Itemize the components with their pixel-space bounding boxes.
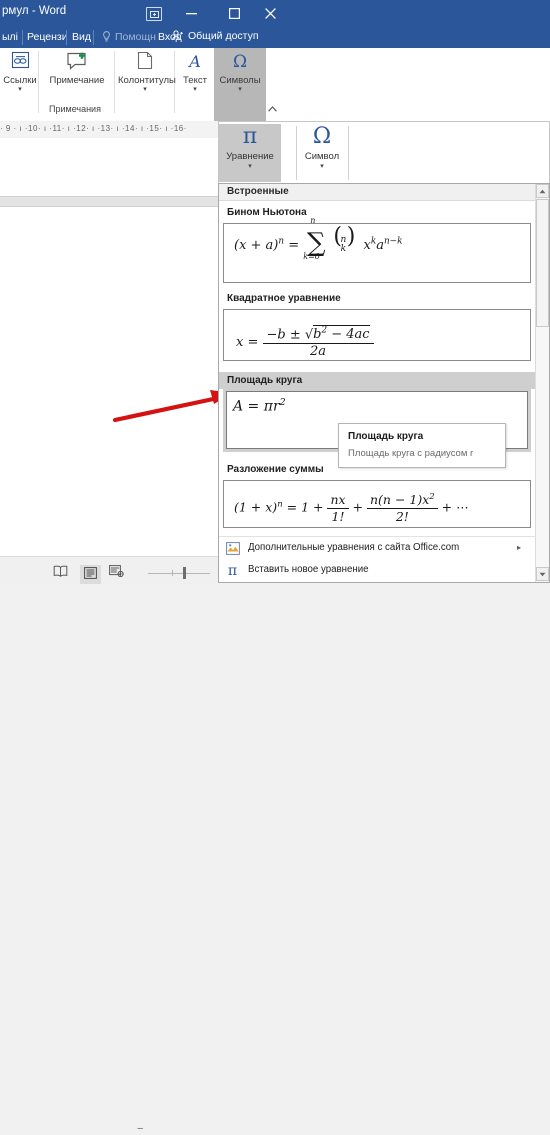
collapse-ribbon-chevron-icon[interactable] [268, 104, 277, 114]
gallery-item-preview-quadratic[interactable]: x = −b ± √b2 − 4ac 2a [223, 309, 531, 361]
tab-separator [66, 30, 67, 45]
chevron-down-icon[interactable]: ▾ [118, 86, 172, 94]
chevron-down-icon[interactable]: ▾ [298, 162, 346, 171]
ribbon-button-links-label: Ссылки [3, 75, 37, 86]
gallery-item-title: Разложение суммы [227, 464, 324, 475]
ribbon-button-symbols-label: Символы [219, 75, 261, 86]
horizontal-ruler[interactable]: · 9 · ı ·10· ı ·11· ı ·12· ı ·13· ı ·14·… [0, 121, 218, 139]
ribbon-button-text-label: Текст [183, 75, 207, 86]
chevron-right-icon[interactable]: ▸ [517, 543, 521, 552]
annotation-arrow [112, 390, 232, 423]
gallery-item-preview-sum-expansion[interactable]: (1 + x)n = 1 + nx 1! + n(n − 1)x2 2! + ⋯ [223, 480, 531, 528]
scroll-up-arrow-icon[interactable] [536, 184, 549, 198]
zoom-slider-thumb[interactable] [183, 567, 186, 579]
comment-icon [42, 51, 112, 75]
scrollbar-thumb[interactable] [536, 199, 549, 327]
symbol-icon: Ω [312, 124, 332, 149]
tab-separator [93, 30, 94, 45]
tooltip-description: Площадь круга с радиусом r [348, 448, 474, 459]
ribbon-button-text[interactable]: A Текст ▾ [177, 51, 213, 94]
share-button-label[interactable]: Общий доступ [188, 30, 259, 42]
close-button[interactable] [253, 0, 287, 27]
document-canvas[interactable] [0, 138, 218, 556]
tab-separator [22, 30, 23, 45]
zoom-slider-track[interactable] [148, 573, 210, 574]
menu-item-more-equations[interactable]: Дополнительные уравнения с сайта Office.… [219, 538, 535, 560]
header-footer-icon [118, 51, 172, 75]
gallery-scrollbar[interactable] [535, 184, 549, 582]
tab-file-partial[interactable]: ылі [2, 31, 18, 43]
ribbon: Ссылки ▾ Примечание Примечания Колонтиту… [0, 48, 284, 122]
symbols-icon: Ω [232, 52, 248, 72]
ribbon-group-name-comments: Примечания [49, 104, 101, 114]
pi-icon: π [227, 562, 238, 579]
ribbon-display-options-icon[interactable] [146, 7, 162, 21]
tooltip-title: Площадь круга [348, 431, 424, 442]
menu-item-more-equations-label: Дополнительные уравнения с сайта Office.… [248, 542, 460, 553]
maximize-button[interactable] [217, 0, 251, 27]
minimize-button[interactable] [174, 0, 208, 27]
gallery-item-title: Площадь круга [227, 375, 303, 386]
links-icon [3, 51, 37, 75]
gallery-item-tooltip: Площадь круга Площадь круга с радиусом r [338, 423, 506, 468]
formula-quadratic: x = −b ± √b2 − 4ac 2a [236, 325, 374, 359]
ribbon-group-divider [114, 51, 115, 113]
person-share-icon[interactable] [172, 30, 183, 44]
ribbon-button-comment-label: Примечание [49, 75, 105, 86]
zoom-slider-tick [172, 570, 173, 576]
text-icon: A [189, 52, 201, 71]
ribbon-button-symbols[interactable]: Ω Символы ▾ [214, 48, 266, 121]
toolbar-divider [348, 126, 349, 180]
tell-me-label[interactable]: Помощн [115, 31, 156, 43]
ribbon-right-filler [284, 48, 550, 122]
word-application-window: рмул - Word ылі Рецензи Вид Помощн Вход … [0, 0, 550, 1135]
ribbon-button-links[interactable]: Ссылки ▾ [3, 51, 37, 94]
read-mode-icon[interactable] [53, 565, 68, 580]
ruler-marks: · 9 · ı ·10· ı ·11· ı ·12· ı ·13· ı ·14·… [0, 124, 187, 133]
gallery-item-title: Квадратное уравнение [227, 293, 341, 304]
page-break-gap [0, 196, 218, 207]
toolbar-divider [296, 126, 297, 180]
menu-item-insert-new-equation[interactable]: π Вставить новое уравнение [219, 560, 535, 582]
tab-review[interactable]: Рецензи [27, 31, 68, 43]
title-bar: рмул - Word [0, 0, 550, 27]
ribbon-button-header-footer[interactable]: Колонтитулы ▾ [118, 51, 176, 94]
gallery-scroll-viewport[interactable]: Бином Ньютона (x + a)n = n ∑ k=0 ( nk ) … [219, 201, 535, 533]
equation-icon: π [242, 124, 258, 149]
chevron-down-icon[interactable]: ▾ [3, 86, 37, 94]
print-layout-icon[interactable] [80, 565, 101, 584]
menu-divider [219, 536, 535, 537]
office-online-icon [225, 541, 240, 556]
gallery-section-header-label: Встроенные [227, 186, 289, 197]
gallery-item-title: Бином Ньютона [227, 207, 307, 218]
symbol-button[interactable]: Ω Символ ▾ [298, 124, 346, 182]
symbols-group-flyout-toolbar: π Уравнение ▾ Ω Символ ▾ [218, 121, 550, 183]
menu-item-insert-new-equation-label: Вставить новое уравнение [248, 564, 369, 575]
formula-binomial: (x + a)n = n ∑ k=0 ( nk ) xkan−k [234, 216, 403, 261]
equation-button-label: Уравнение [226, 151, 274, 162]
formula-circle-area: A = πr2 [233, 397, 286, 415]
chevron-down-icon[interactable]: ▾ [177, 86, 213, 94]
ribbon-group-divider [38, 51, 39, 113]
equation-button[interactable]: π Уравнение ▾ [219, 124, 281, 182]
chevron-down-icon[interactable]: ▾ [214, 86, 266, 94]
window-title: рмул - Word [2, 5, 67, 17]
ribbon-tab-strip: ылі Рецензи Вид Помощн Вход Общий доступ [0, 27, 550, 48]
symbol-button-label: Символ [304, 151, 340, 162]
equation-gallery-dropdown: Встроенные Бином Ньютона (x + a)n = n ∑ … [218, 183, 550, 583]
ribbon-button-header-footer-label: Колонтитулы [118, 75, 176, 86]
gallery-item-preview-binomial[interactable]: (x + a)n = n ∑ k=0 ( nk ) xkan−k [223, 216, 531, 283]
chevron-down-icon[interactable]: ▾ [219, 162, 281, 171]
formula-sum-expansion: (1 + x)n = 1 + nx 1! + n(n − 1)x2 2! + ⋯ [234, 492, 469, 525]
web-layout-icon[interactable] [109, 565, 124, 580]
zoom-out-button[interactable]: − [137, 1123, 143, 1135]
gallery-section-header: Встроенные [219, 184, 549, 201]
scroll-down-arrow-icon[interactable] [536, 567, 549, 581]
ribbon-button-comment[interactable]: Примечание [42, 51, 112, 86]
tell-me-icon[interactable] [102, 31, 111, 44]
tab-view[interactable]: Вид [72, 31, 91, 43]
